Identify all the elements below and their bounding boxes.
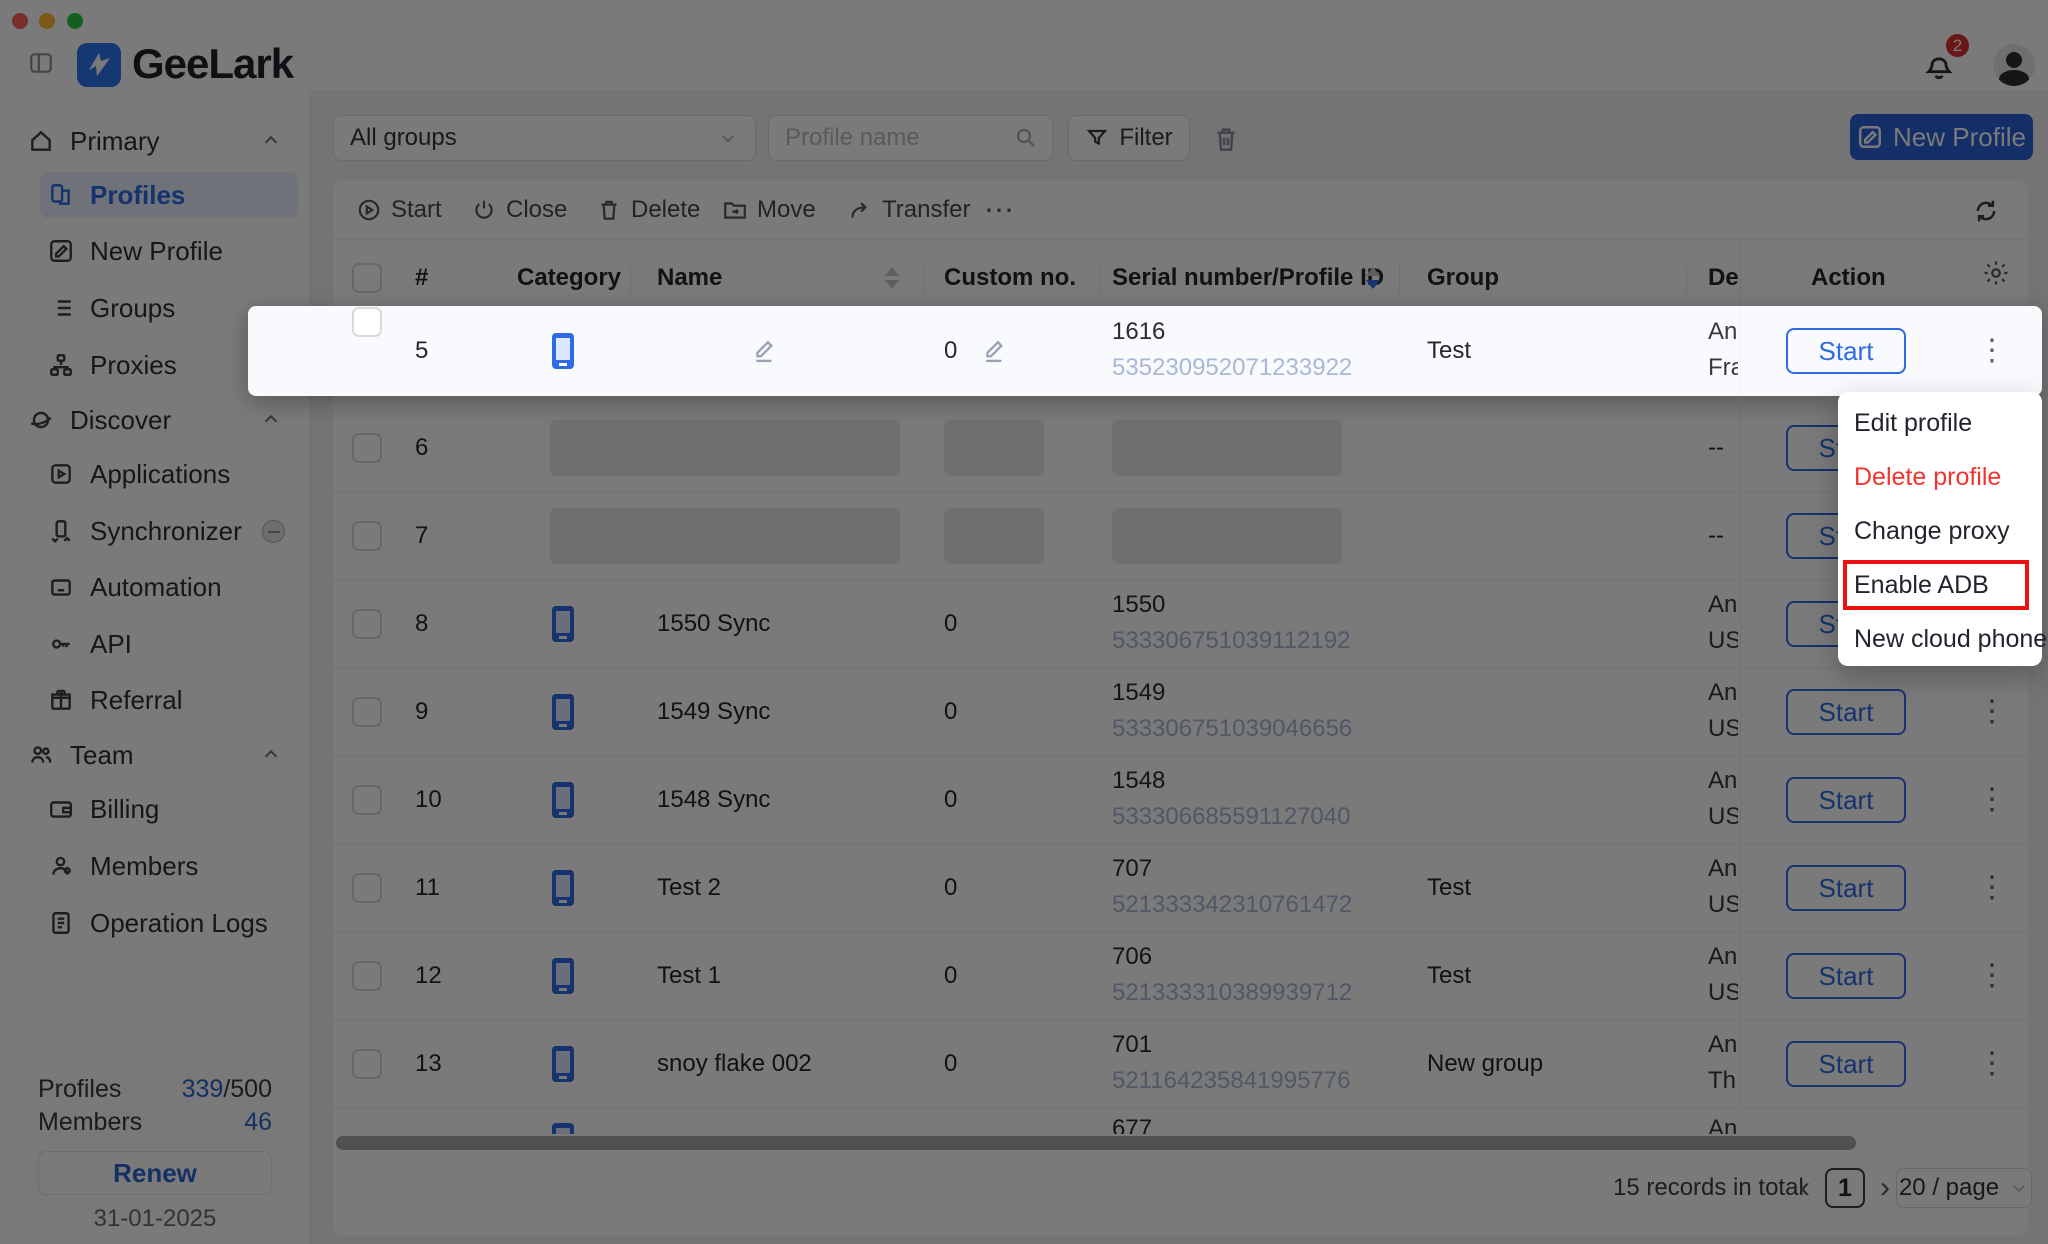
- menu-item-new-cloud-phone[interactable]: New cloud phone: [1838, 612, 2042, 666]
- row-menu-icon[interactable]: ⋮: [1977, 307, 2007, 395]
- menu-item-change-proxy[interactable]: Change proxy: [1838, 504, 2042, 558]
- row-context-menu: Edit profile Delete profile Change proxy…: [1838, 392, 2042, 666]
- edit-name-pencil-icon[interactable]: [751, 337, 779, 365]
- serial-number: 1616: [1112, 317, 1165, 347]
- device-cell: AnFra: [1700, 307, 1738, 395]
- highlighted-row-spotlight[interactable]: 5 0 1616 535230952071233922 Test AnFra St…: [248, 306, 2042, 396]
- menu-item-delete-profile[interactable]: Delete profile: [1838, 450, 2042, 504]
- edit-custom-no-pencil-icon[interactable]: [981, 337, 1009, 365]
- tutorial-dim-overlay: [0, 0, 2048, 1244]
- start-button[interactable]: Start: [1786, 328, 1906, 374]
- menu-item-edit-profile[interactable]: Edit profile: [1838, 396, 2042, 450]
- tutorial-highlight-box: [1843, 560, 2029, 610]
- row-checkbox[interactable]: [352, 307, 382, 337]
- group-name: Test: [1427, 307, 1471, 395]
- phone-icon: [550, 332, 576, 370]
- custom-no: 0: [944, 307, 957, 395]
- profile-id: 535230952071233922: [1112, 353, 1352, 383]
- geelark-app: GeeLark 2 Primary Profiles New Profile G…: [0, 0, 2048, 1244]
- row-number: 5: [415, 307, 428, 395]
